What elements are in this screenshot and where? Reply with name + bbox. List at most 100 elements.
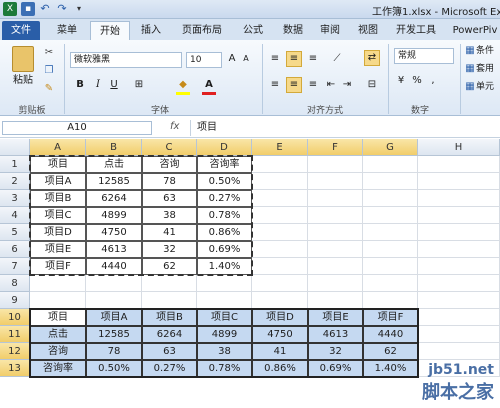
table1-cell[interactable]: 4750 xyxy=(86,224,142,241)
cell[interactable] xyxy=(418,224,500,241)
row-header-6[interactable]: 6 xyxy=(0,241,30,258)
percent-icon[interactable]: % xyxy=(410,74,424,88)
row-header-7[interactable]: 7 xyxy=(0,258,30,275)
table2-cell[interactable]: 项目 xyxy=(30,309,86,326)
cell[interactable] xyxy=(197,275,252,292)
table1-cell[interactable]: 63 xyxy=(142,190,197,207)
cell[interactable] xyxy=(308,190,363,207)
table2-cell[interactable]: 38 xyxy=(197,343,252,360)
cell[interactable] xyxy=(418,326,500,343)
undo-icon[interactable]: ↶ xyxy=(38,2,52,16)
table1-cell[interactable]: 项目D xyxy=(30,224,86,241)
font-color-icon[interactable]: A xyxy=(202,78,216,92)
table1-cell[interactable]: 项目A xyxy=(30,173,86,190)
align-middle-icon[interactable]: ≡ xyxy=(286,51,302,67)
cell[interactable] xyxy=(363,241,418,258)
table2-cell[interactable]: 78 xyxy=(86,343,142,360)
cell[interactable] xyxy=(363,207,418,224)
format-table-button[interactable]: 套用 xyxy=(476,62,500,76)
table1-cell[interactable]: 项目E xyxy=(30,241,86,258)
formula-input[interactable]: 项目 xyxy=(190,120,500,136)
table2-cell[interactable]: 项目A xyxy=(86,309,142,326)
cell[interactable] xyxy=(363,173,418,190)
table1-cell[interactable]: 项目 xyxy=(30,156,86,173)
name-box[interactable]: A10 xyxy=(2,121,152,135)
cell[interactable] xyxy=(363,275,418,292)
table2-cell[interactable]: 4613 xyxy=(308,326,363,343)
column-header-F[interactable]: F xyxy=(308,139,363,156)
excel-logo-icon[interactable]: X xyxy=(3,2,17,16)
customize-toolbar-icon[interactable]: ▾ xyxy=(72,2,86,16)
currency-icon[interactable]: ¥ xyxy=(394,74,408,88)
row-header-3[interactable]: 3 xyxy=(0,190,30,207)
row-header-8[interactable]: 8 xyxy=(0,275,30,292)
table1-cell[interactable]: 4613 xyxy=(86,241,142,258)
table1-cell[interactable]: 项目F xyxy=(30,258,86,275)
row-header-1[interactable]: 1 xyxy=(0,156,30,173)
table2-cell[interactable]: 6264 xyxy=(142,326,197,343)
align-left-icon[interactable]: ≡ xyxy=(268,78,282,92)
table2-cell[interactable]: 4440 xyxy=(363,326,418,343)
shrink-font-icon[interactable]: A xyxy=(240,52,252,66)
font-name-select[interactable]: 微软雅黑 xyxy=(70,52,182,68)
cell[interactable] xyxy=(363,224,418,241)
format-table-icon[interactable]: ▦ xyxy=(464,62,476,76)
row-header-12[interactable]: 12 xyxy=(0,343,30,360)
cell[interactable] xyxy=(308,241,363,258)
cell[interactable] xyxy=(142,275,197,292)
cell[interactable] xyxy=(308,156,363,173)
cell[interactable] xyxy=(252,258,308,275)
tab-menu[interactable]: 菜单 xyxy=(48,21,86,40)
cell[interactable] xyxy=(418,258,500,275)
cell[interactable] xyxy=(308,173,363,190)
table2-cell[interactable]: 咨询 xyxy=(30,343,86,360)
font-size-select[interactable]: 10 xyxy=(186,52,222,68)
italic-button[interactable]: I xyxy=(92,78,104,92)
table2-cell[interactable]: 32 xyxy=(308,343,363,360)
cell[interactable] xyxy=(418,241,500,258)
column-header-H[interactable]: H xyxy=(418,139,500,156)
fill-color-icon[interactable]: ◆ xyxy=(176,78,190,92)
cell[interactable] xyxy=(418,207,500,224)
cell[interactable] xyxy=(252,190,308,207)
insert-function-icon[interactable]: fx xyxy=(170,121,179,132)
table2-cell[interactable]: 62 xyxy=(363,343,418,360)
table2-cell[interactable]: 项目B xyxy=(142,309,197,326)
table1-cell[interactable]: 1.40% xyxy=(197,258,252,275)
cell[interactable] xyxy=(308,207,363,224)
cell[interactable] xyxy=(30,292,86,309)
increase-indent-icon[interactable]: ⇥ xyxy=(340,78,354,92)
cell[interactable] xyxy=(252,241,308,258)
select-all-corner[interactable] xyxy=(0,139,30,156)
cell[interactable] xyxy=(252,173,308,190)
table1-cell[interactable]: 0.50% xyxy=(197,173,252,190)
table2-cell[interactable]: 0.27% xyxy=(142,360,197,377)
table1-cell[interactable]: 项目C xyxy=(30,207,86,224)
cut-icon[interactable]: ✂ xyxy=(42,46,56,60)
cell[interactable] xyxy=(308,258,363,275)
table2-cell[interactable]: 0.50% xyxy=(86,360,142,377)
table1-cell[interactable]: 咨询 xyxy=(142,156,197,173)
table1-cell[interactable]: 62 xyxy=(142,258,197,275)
cell[interactable] xyxy=(363,190,418,207)
paste-icon[interactable] xyxy=(12,46,34,72)
tab-view[interactable]: 视图 xyxy=(352,21,384,40)
cell[interactable] xyxy=(197,292,252,309)
row-header-13[interactable]: 13 xyxy=(0,360,30,377)
number-format-select[interactable]: 常规 xyxy=(394,48,454,64)
table1-cell[interactable]: 4899 xyxy=(86,207,142,224)
row-header-10[interactable]: 10 xyxy=(0,309,30,326)
table2-cell[interactable]: 63 xyxy=(142,343,197,360)
redo-icon[interactable]: ↷ xyxy=(55,2,69,16)
align-top-icon[interactable]: ≡ xyxy=(268,52,282,66)
cell-style-button[interactable]: 单元 xyxy=(476,80,500,94)
cell[interactable] xyxy=(252,275,308,292)
tab-file[interactable]: 文件 xyxy=(2,21,40,40)
table2-cell[interactable]: 4899 xyxy=(197,326,252,343)
table1-cell[interactable]: 12585 xyxy=(86,173,142,190)
row-header-9[interactable]: 9 xyxy=(0,292,30,309)
table1-cell[interactable]: 78 xyxy=(142,173,197,190)
cell[interactable] xyxy=(252,224,308,241)
row-header-5[interactable]: 5 xyxy=(0,224,30,241)
comma-icon[interactable]: , xyxy=(426,74,440,88)
